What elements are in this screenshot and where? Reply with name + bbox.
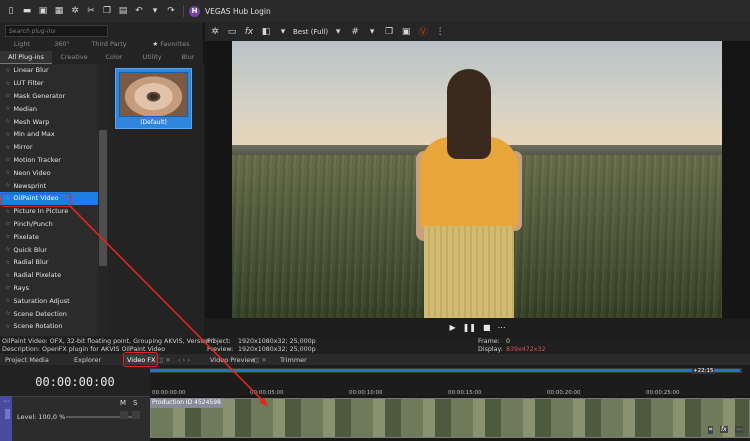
annotation-drag-arrow: [69, 205, 268, 407]
annotation-arrow-line: [69, 205, 266, 404]
